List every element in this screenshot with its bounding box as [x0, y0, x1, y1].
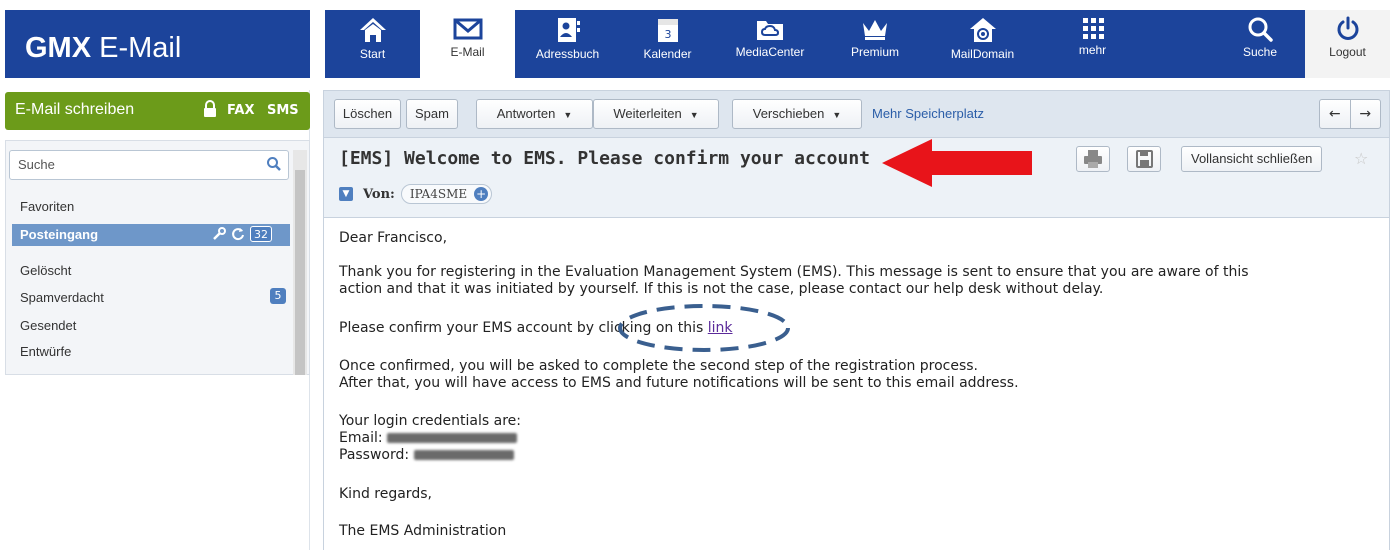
delete-button[interactable]: Löschen: [334, 99, 401, 129]
power-icon: [1337, 16, 1358, 40]
gmx-logo[interactable]: GMX E-Mail: [25, 32, 181, 65]
nav-mediacenter[interactable]: MediaCenter: [715, 10, 825, 78]
sidebar-item-deleted[interactable]: Gelöscht: [20, 263, 71, 278]
sender-chip[interactable]: IPA4SME +: [400, 184, 493, 204]
message-subject: [EMS] Welcome to EMS. Please confirm you…: [339, 148, 871, 169]
paragraph-3-line-1: Once confirmed, you will be asked to com…: [339, 358, 979, 374]
sidebar-scrollbar[interactable]: [293, 150, 307, 375]
email-credential: Email:: [339, 430, 518, 447]
greeting: Dear Francisco,: [339, 230, 448, 246]
sms-button[interactable]: SMS: [267, 103, 299, 118]
mail-toolbar: Löschen Spam Antworten ▼ Weiterleiten ▼ Ve…: [323, 90, 1390, 138]
nav-search[interactable]: Suche: [1215, 10, 1305, 78]
crown-icon: [863, 20, 887, 40]
spam-button[interactable]: Spam: [406, 99, 458, 129]
password-credential: Password:: [339, 447, 514, 464]
compose-label: E-Mail schreiben: [15, 101, 135, 118]
nav-email[interactable]: E-Mail: [420, 10, 515, 78]
chevron-down-icon: ▼: [832, 110, 842, 120]
print-button[interactable]: [1076, 146, 1110, 172]
home-icon: [359, 18, 386, 42]
expand-details-icon[interactable]: ▼: [339, 187, 353, 201]
floppy-disk-icon: [1136, 150, 1153, 168]
paragraph-1-line-2: action and that it was initiated by your…: [339, 281, 1104, 297]
main-navigation: Start E-Mail Adressbuch 3 Kalender Media…: [325, 10, 1390, 78]
more-storage-link[interactable]: Mehr Speicherplatz: [872, 106, 984, 121]
previous-message-button[interactable]: ←: [1320, 100, 1351, 128]
sidebar-item-inbox[interactable]: Posteingang 32: [12, 224, 290, 246]
chevron-down-icon: ▼: [563, 110, 573, 120]
calendar-icon: 3: [657, 19, 678, 42]
search-input[interactable]: Suche: [9, 150, 289, 180]
contacts-icon: [557, 18, 580, 42]
nav-maildomain[interactable]: MailDomain: [925, 10, 1040, 78]
at-home-icon: [969, 18, 996, 42]
credentials-intro: Your login credentials are:: [339, 413, 521, 429]
grid-icon: [1082, 18, 1104, 39]
signature: The EMS Administration: [339, 523, 507, 539]
move-button[interactable]: Verschieben ▼: [732, 99, 862, 129]
nav-start[interactable]: Start: [325, 10, 420, 78]
scrollbar-thumb[interactable]: [295, 170, 305, 375]
paragraph-3-line-2: After that, you will have access to EMS …: [339, 375, 1019, 391]
spam-count-badge: 5: [270, 288, 286, 304]
top-header: GMX E-Mail Start E-Mail Adressbuch 3 Kal…: [0, 0, 1395, 80]
printer-icon: [1084, 150, 1102, 168]
envelope-icon: [453, 18, 482, 40]
refresh-icon[interactable]: [231, 227, 245, 241]
save-button[interactable]: [1127, 146, 1161, 172]
search-icon[interactable]: [266, 156, 282, 172]
message-header: [EMS] Welcome to EMS. Please confirm you…: [323, 138, 1390, 218]
from-row: ▼ Von: IPA4SME +: [339, 184, 493, 204]
sidebar-item-sent[interactable]: Gesendet: [20, 318, 76, 333]
svg-text:3: 3: [664, 28, 671, 41]
sidebar-item-drafts[interactable]: Entwürfe: [20, 344, 71, 359]
add-contact-icon[interactable]: +: [474, 187, 489, 201]
redacted-password: [413, 450, 514, 460]
nav-addressbook[interactable]: Adressbuch: [515, 10, 620, 78]
nav-more[interactable]: mehr: [1040, 10, 1145, 78]
brand-bar[interactable]: GMX E-Mail: [5, 10, 310, 78]
forward-button[interactable]: Weiterleiten ▼: [593, 99, 719, 129]
red-arrow-annotation: [882, 139, 1032, 187]
cloud-folder-icon: [757, 21, 783, 40]
dashed-circle-annotation: [618, 304, 790, 352]
lock-icon[interactable]: [203, 100, 217, 118]
message-body: Dear Francisco, Thank you for registerin…: [323, 218, 1390, 550]
compose-button[interactable]: E-Mail schreiben FAX SMS: [5, 92, 310, 130]
inbox-unread-count: 32: [250, 226, 272, 242]
search-icon: [1248, 17, 1273, 42]
close-full-view-button[interactable]: Vollansicht schließen: [1181, 146, 1323, 172]
message-nav-arrows: ← →: [1319, 99, 1381, 129]
paragraph-1-line-1: Thank you for registering in the Evaluat…: [339, 264, 1249, 280]
nav-logout[interactable]: Logout: [1305, 10, 1390, 78]
fax-button[interactable]: FAX: [227, 103, 254, 118]
regards: Kind regards,: [339, 486, 432, 502]
star-icon[interactable]: ☆: [1354, 149, 1368, 168]
wrench-icon[interactable]: [212, 227, 226, 241]
sidebar-item-spam[interactable]: Spamverdacht: [20, 290, 104, 305]
sidebar-item-favorites[interactable]: Favoriten: [20, 199, 74, 214]
chevron-down-icon: ▼: [689, 110, 699, 120]
from-label: Von:: [363, 186, 395, 202]
nav-calendar[interactable]: 3 Kalender: [620, 10, 715, 78]
next-message-button[interactable]: →: [1351, 100, 1381, 128]
redacted-email: [387, 433, 518, 443]
nav-premium[interactable]: Premium: [825, 10, 925, 78]
reply-button[interactable]: Antworten ▼: [476, 99, 593, 129]
